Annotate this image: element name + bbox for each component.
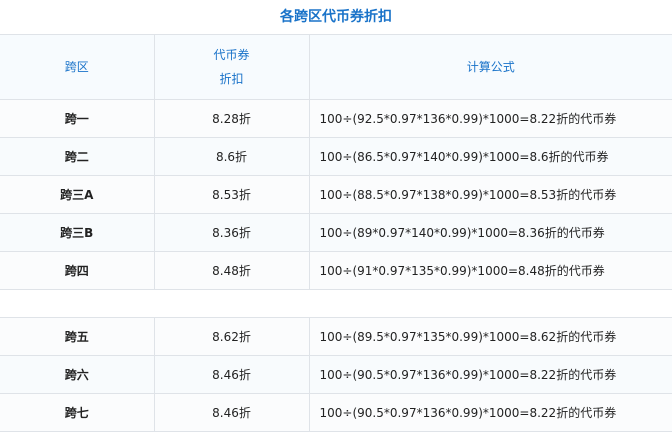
discount-cell: 8.62折 [153,317,310,356]
region-cell: 跨二 [0,137,155,176]
header-formula: 计算公式 [308,34,672,100]
table-row: 跨四 8.48折 100÷(91*0.97*135*0.99)*1000=8.4… [0,251,672,290]
formula-cell: 100÷(88.5*0.97*138*0.99)*1000=8.53折的代币券 [308,175,672,214]
region-cell: 跨六 [0,355,155,394]
formula-cell: 100÷(90.5*0.97*136*0.99)*1000=8.22折的代币券 [308,355,672,394]
discount-table: 跨区 代币券 折扣 计算公式 跨一 8.28折 100÷(92.5*0.97*1… [0,34,672,290]
formula-cell: 100÷(89*0.97*140*0.99)*1000=8.36折的代币券 [308,213,672,252]
discount-cell: 8.6折 [153,137,310,176]
table-row: 跨三A 8.53折 100÷(88.5*0.97*138*0.99)*1000=… [0,175,672,214]
discount-table-continued: 跨五 8.62折 100÷(89.5*0.97*135*0.99)*1000=8… [0,317,672,432]
formula-cell: 100÷(90.5*0.97*136*0.99)*1000=8.22折的代币券 [308,393,672,432]
discount-cell: 8.48折 [153,251,310,290]
header-region: 跨区 [0,34,155,100]
table-row: 跨三B 8.36折 100÷(89*0.97*140*0.99)*1000=8.… [0,213,672,252]
table-row: 跨六 8.46折 100÷(90.5*0.97*136*0.99)*1000=8… [0,355,672,394]
table-row: 跨一 8.28折 100÷(92.5*0.97*136*0.99)*1000=8… [0,99,672,138]
table-header-row: 跨区 代币券 折扣 计算公式 [0,34,672,100]
table-title: 各跨区代币券折扣 [280,9,392,25]
formula-cell: 100÷(91*0.97*135*0.99)*1000=8.48折的代币券 [308,251,672,290]
header-discount-line2: 折扣 [219,72,244,86]
region-cell: 跨五 [0,317,155,356]
discount-cell: 8.36折 [153,213,310,252]
formula-cell: 100÷(89.5*0.97*135*0.99)*1000=8.62折的代币券 [308,317,672,356]
discount-cell: 8.53折 [153,175,310,214]
header-discount-line1: 代币券 [213,48,250,62]
region-cell: 跨四 [0,251,155,290]
region-cell: 跨三B [0,213,155,252]
discount-cell: 8.28折 [153,99,310,138]
discount-cell: 8.46折 [153,355,310,394]
region-cell: 跨七 [0,393,155,432]
formula-cell: 100÷(92.5*0.97*136*0.99)*1000=8.22折的代币券 [308,99,672,138]
region-cell: 跨一 [0,99,155,138]
region-cell: 跨三A [0,175,155,214]
table-row: 跨七 8.46折 100÷(90.5*0.97*136*0.99)*1000=8… [0,393,672,432]
table-row: 跨二 8.6折 100÷(86.5*0.97*140*0.99)*1000=8.… [0,137,672,176]
table-row: 跨五 8.62折 100÷(89.5*0.97*135*0.99)*1000=8… [0,317,672,356]
header-discount: 代币券 折扣 [153,34,310,100]
table-gap [0,290,672,317]
formula-cell: 100÷(86.5*0.97*140*0.99)*1000=8.6折的代币券 [308,137,672,176]
discount-cell: 8.46折 [153,393,310,432]
